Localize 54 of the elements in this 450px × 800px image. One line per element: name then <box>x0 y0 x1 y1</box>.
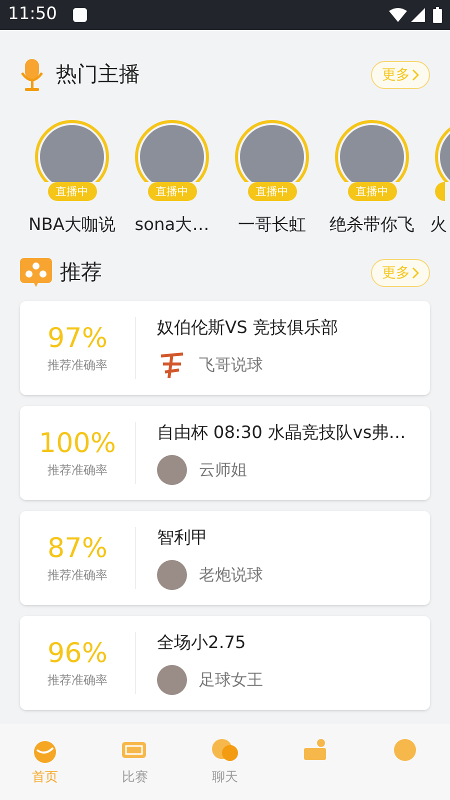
anchor-name: NBA大咖说 <box>28 214 116 237</box>
author-avatar <box>157 454 187 485</box>
author-avatar <box>157 560 187 590</box>
section-title: 推荐 <box>60 259 102 286</box>
more-button[interactable]: 更多 <box>371 259 430 287</box>
match-title: 全场小2.75 <box>157 632 247 656</box>
match-title: 智利甲 <box>157 527 209 550</box>
author-name: 足球女王 <box>199 668 263 691</box>
anchor-avatar[interactable] <box>35 120 109 182</box>
author-name: 飞哥说球 <box>199 354 263 376</box>
chat-bubbles-icon <box>209 736 241 764</box>
anchor-avatar[interactable] <box>135 120 209 182</box>
signal-icon <box>411 8 425 22</box>
accuracy-rate: 97% <box>47 322 108 356</box>
recommend-card[interactable]: 97% 推荐准确率 奴伯伦斯VS 竞技俱乐部 飞哥说球 <box>20 301 430 395</box>
author-name: 云师姐 <box>199 458 247 481</box>
match-title: 自由杯 08:30 水晶竞技队vs弗… <box>157 422 406 446</box>
recommend-card[interactable]: 96% 推荐准确率 全场小2.75 足球女王 <box>20 616 430 710</box>
section-title: 热门主播 <box>56 61 140 88</box>
recommend-card[interactable]: 87% 推荐准确率 智利甲 老炮说球 <box>20 511 430 605</box>
live-badge: 直播中 <box>248 182 296 201</box>
nav-tab[interactable]: 聊天 <box>180 724 270 800</box>
anchor-name: sona大… <box>134 214 210 237</box>
stars-badge-icon <box>20 258 52 288</box>
notification-icon <box>73 8 87 22</box>
live-badge: 直播中 <box>148 182 196 201</box>
badge-background <box>435 182 445 201</box>
accuracy-label: 推荐准确率 <box>48 672 108 689</box>
live-badge: 直播中 <box>48 182 96 201</box>
nav-tab[interactable]: 首页 <box>0 724 90 800</box>
chevron-right-icon <box>412 69 419 81</box>
accuracy-rate: 100% <box>38 427 116 461</box>
accuracy-rate: 87% <box>47 532 108 566</box>
author-avatar <box>157 664 187 695</box>
status-time: 11:50 <box>8 3 57 26</box>
match-title: 奴伯伦斯VS 竞技俱乐部 <box>157 317 338 340</box>
anchor-name: 绝杀带你飞 <box>330 214 414 237</box>
accuracy-label: 推荐准确率 <box>48 462 108 479</box>
more-button[interactable]: 更多 <box>371 61 430 89</box>
battery-icon <box>433 7 442 23</box>
anchor-name: 火 <box>430 214 447 237</box>
accuracy-label: 推荐准确率 <box>48 567 108 584</box>
wifi-icon <box>389 8 407 22</box>
chevron-right-icon <box>412 267 419 279</box>
anchor-avatar[interactable] <box>235 120 309 182</box>
accuracy-rate: 96% <box>47 637 108 671</box>
nav-tab[interactable]: 比赛 <box>90 724 180 800</box>
recommend-card[interactable]: 100% 推荐准确率 自由杯 08:30 水晶竞技队vs弗… 云师姐 <box>20 406 430 500</box>
anchor-avatar[interactable] <box>335 120 409 182</box>
live-badge: 直播中 <box>348 182 396 201</box>
accuracy-label: 推荐准确率 <box>48 357 108 374</box>
author-name: 老炮说球 <box>199 564 263 586</box>
anchor-name: 一哥长虹 <box>238 214 306 237</box>
microphone-icon <box>20 59 44 91</box>
